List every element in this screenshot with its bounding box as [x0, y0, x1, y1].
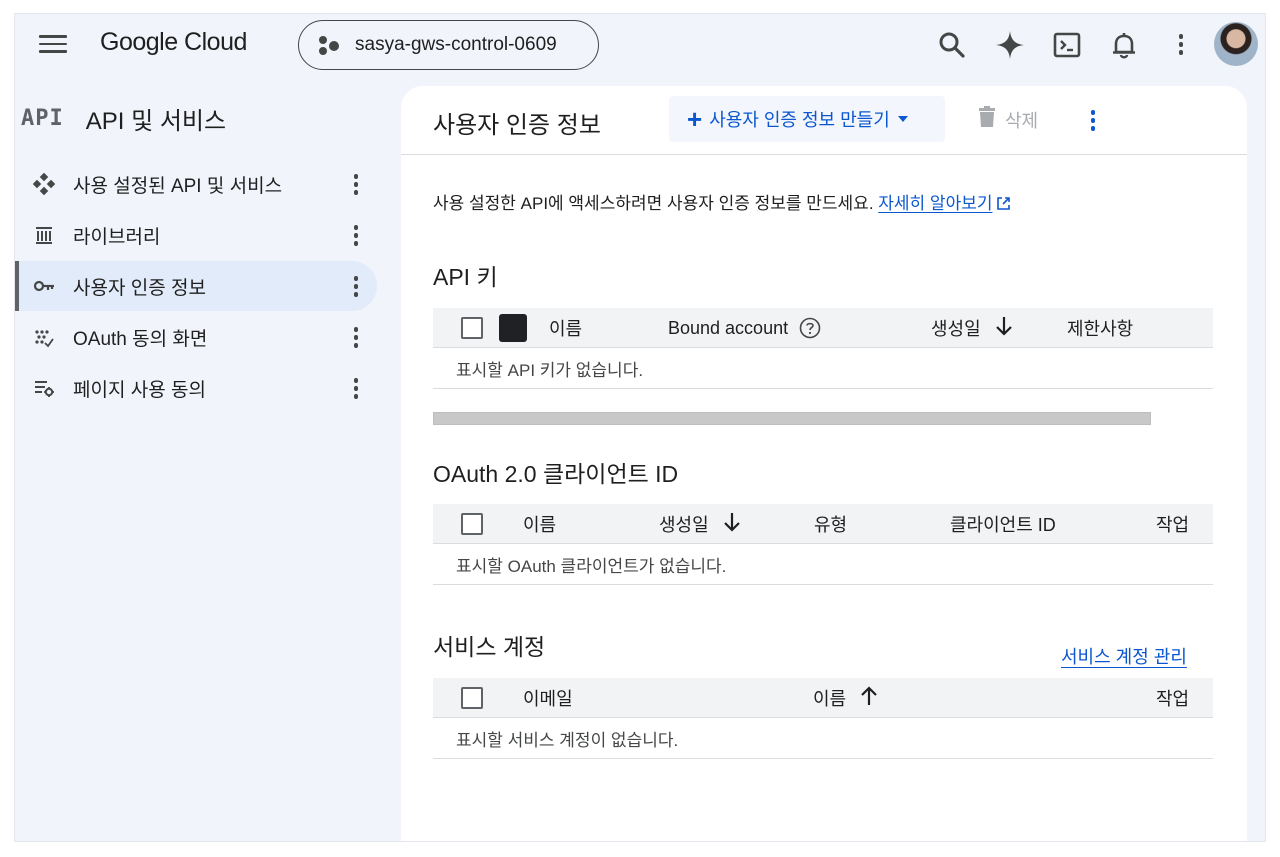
- sidebar-item-label: 사용 설정된 API 및 서비스: [73, 175, 283, 197]
- sidebar-item-label: 라이브러리: [73, 226, 161, 248]
- search-icon[interactable]: [937, 30, 967, 60]
- service-accounts-title: 서비스 계정: [433, 634, 546, 660]
- sidebar: API API 및 서비스 사용 설정된 API 및 서비스 라이브러리 사용자…: [15, 76, 395, 841]
- page-header: 사용자 인증 정보 + 사용자 인증 정보 만들기 삭제: [401, 86, 1247, 155]
- open-in-new-icon[interactable]: [996, 196, 1011, 216]
- service-accounts-table: 이메일 이름 작업 표시할 서비스 계정이 없습니다.: [433, 678, 1213, 759]
- table-header: 이메일 이름 작업: [433, 678, 1213, 718]
- empty-message: 표시할 서비스 계정이 없습니다.: [456, 730, 679, 750]
- project-picker[interactable]: sasya-gws-control-0609: [298, 20, 599, 70]
- delete-button[interactable]: 삭제: [977, 106, 1038, 133]
- add-icon: +: [687, 104, 703, 134]
- column-header-name[interactable]: 이름: [813, 678, 878, 718]
- enabled-apis-icon: [33, 173, 55, 195]
- sidebar-item-oauth-consent[interactable]: OAuth 동의 화면: [15, 312, 377, 362]
- table-row: 표시할 서비스 계정이 없습니다.: [433, 718, 1213, 759]
- select-all-checkbox[interactable]: [461, 317, 483, 339]
- column-header-type[interactable]: 유형: [814, 504, 847, 544]
- trash-icon: [977, 106, 997, 133]
- gemini-sparkle-icon[interactable]: [995, 30, 1025, 60]
- column-header-email[interactable]: 이메일: [523, 678, 573, 718]
- notifications-bell-icon[interactable]: [1109, 30, 1139, 60]
- sidebar-item-enabled-apis[interactable]: 사용 설정된 API 및 서비스: [15, 159, 377, 209]
- sidebar-title: API 및 서비스: [85, 107, 227, 135]
- more-actions-icon[interactable]: [1088, 108, 1098, 134]
- oauth-consent-icon: [33, 326, 55, 348]
- sidebar-item-label: OAuth 동의 화면: [73, 328, 208, 350]
- page-title: 사용자 인증 정보: [433, 112, 601, 139]
- create-credentials-label: 사용자 인증 정보 만들기: [709, 110, 890, 130]
- sidebar-item-menu-icon[interactable]: [351, 376, 361, 400]
- column-header-label: 생성일: [931, 319, 981, 339]
- table-header: 이름 생성일 유형 클라이언트 ID 작업: [433, 504, 1213, 544]
- google-cloud-logo[interactable]: Google Cloud: [100, 28, 247, 57]
- app-window: Google Cloud sasya-gws-control-0609 API …: [14, 13, 1266, 842]
- sidebar-item-label: 페이지 사용 동의: [73, 379, 206, 401]
- more-vert-icon[interactable]: [1175, 30, 1187, 60]
- column-header-label: 이름: [813, 689, 847, 709]
- sort-ascending-icon[interactable]: [860, 685, 878, 711]
- empty-message: 표시할 OAuth 클라이언트가 없습니다.: [456, 556, 727, 576]
- api-badge-icon: API: [21, 105, 64, 131]
- sidebar-item-menu-icon[interactable]: [351, 172, 361, 196]
- sort-descending-icon[interactable]: [723, 512, 741, 537]
- learn-more-label: 자세히 알아보기: [878, 194, 993, 213]
- help-icon[interactable]: [799, 317, 821, 339]
- top-bar: Google Cloud sasya-gws-control-0609: [15, 14, 1265, 76]
- main-menu-icon[interactable]: [39, 32, 67, 56]
- oauth-clients-title: OAuth 2.0 클라이언트 ID: [433, 461, 679, 487]
- select-all-checkbox[interactable]: [461, 513, 483, 535]
- sort-descending-icon[interactable]: [995, 316, 1013, 341]
- sidebar-item-label: 사용자 인증 정보: [73, 277, 206, 299]
- oauth-clients-table: 이름 생성일 유형 클라이언트 ID 작업 표시할 OAuth 클라이언트가 없…: [433, 504, 1213, 585]
- horizontal-scrollbar[interactable]: [433, 412, 1151, 425]
- column-header-created[interactable]: 생성일: [659, 504, 741, 544]
- page-usage-icon: [33, 377, 55, 399]
- column-header-actions: 작업: [1156, 515, 1190, 535]
- library-icon: [33, 224, 55, 246]
- main-content: 사용자 인증 정보 + 사용자 인증 정보 만들기 삭제 사용 설정한 API에…: [401, 86, 1247, 841]
- empty-message: 표시할 API 키가 없습니다.: [456, 360, 644, 380]
- column-header-name[interactable]: 이름: [549, 308, 582, 348]
- column-header-label: 생성일: [659, 515, 709, 535]
- sidebar-item-menu-icon[interactable]: [351, 274, 361, 298]
- project-icon: [317, 34, 343, 56]
- intro-text: 사용 설정한 API에 액세스하려면 사용자 인증 정보를 만드세요. 자세히 …: [433, 189, 1011, 216]
- table-row: 표시할 OAuth 클라이언트가 없습니다.: [433, 544, 1213, 585]
- intro-description: 사용 설정한 API에 액세스하려면 사용자 인증 정보를 만드세요.: [433, 194, 874, 213]
- cloud-shell-icon[interactable]: [1052, 30, 1082, 60]
- sidebar-header: API API 및 서비스: [21, 98, 226, 138]
- column-header-restrictions[interactable]: 제한사항: [1067, 308, 1133, 348]
- column-header-label: Bound account: [668, 317, 789, 338]
- column-header-client-id[interactable]: 클라이언트 ID: [950, 504, 1056, 544]
- column-header-name[interactable]: 이름: [523, 504, 556, 544]
- table-header: 이름 Bound account 생성일 제한사항: [433, 308, 1213, 348]
- column-color-swatch[interactable]: [499, 314, 527, 342]
- column-header-bound-account[interactable]: Bound account: [668, 308, 821, 348]
- api-keys-title: API 키: [433, 264, 498, 290]
- api-keys-table: 이름 Bound account 생성일 제한사항 표시할 API 키가 없습니…: [433, 308, 1213, 389]
- column-header-created[interactable]: 생성일: [931, 308, 1013, 348]
- select-all-checkbox[interactable]: [461, 687, 483, 709]
- create-credentials-button[interactable]: + 사용자 인증 정보 만들기: [669, 96, 945, 142]
- delete-label: 삭제: [1005, 110, 1039, 131]
- learn-more-link[interactable]: 자세히 알아보기: [878, 194, 992, 213]
- project-name: sasya-gws-control-0609: [355, 34, 557, 55]
- sidebar-item-menu-icon[interactable]: [351, 325, 361, 349]
- sidebar-item-page-usage[interactable]: 페이지 사용 동의: [15, 363, 377, 413]
- key-icon: [33, 275, 55, 297]
- manage-service-accounts-link[interactable]: 서비스 계정 관리: [1061, 643, 1187, 669]
- sidebar-item-menu-icon[interactable]: [351, 223, 361, 247]
- avatar[interactable]: [1214, 22, 1258, 66]
- column-header-actions: 작업: [1156, 689, 1190, 709]
- dropdown-arrow-icon: [897, 116, 908, 122]
- table-row: 표시할 API 키가 없습니다.: [433, 348, 1213, 389]
- sidebar-item-credentials[interactable]: 사용자 인증 정보: [15, 261, 377, 311]
- sidebar-item-library[interactable]: 라이브러리: [15, 210, 377, 260]
